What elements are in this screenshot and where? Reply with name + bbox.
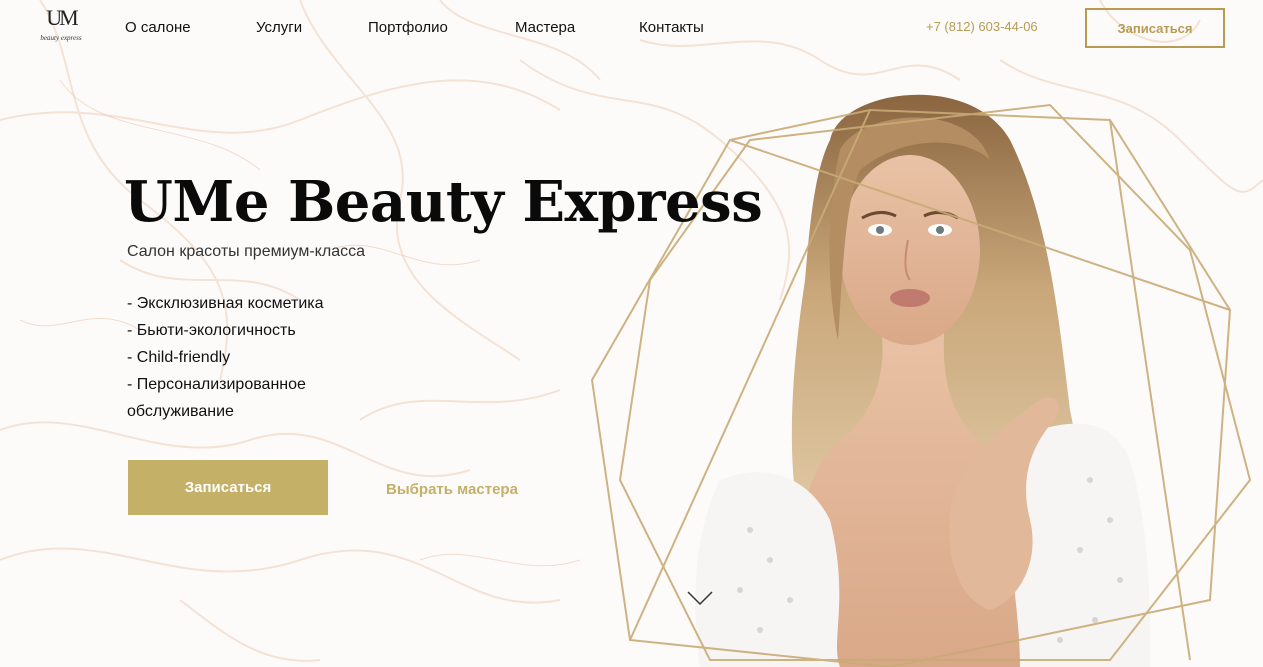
phone-link[interactable]: +7 (812) 603-44-06 — [926, 18, 1038, 36]
chevron-down-icon[interactable] — [686, 589, 714, 607]
site-header: UM beauty express О салоне Услуги Портфо… — [0, 0, 1263, 56]
feature-item: - Персонализированное обслуживание — [127, 376, 306, 420]
choose-master-link[interactable]: Выбрать мастера — [386, 480, 518, 500]
feature-item: - Эксклюзивная косметика — [127, 295, 324, 312]
feature-item: - Бьюти-экологичность — [127, 322, 296, 339]
nav-item-about[interactable]: О салоне — [125, 18, 191, 38]
nav-item-contacts[interactable]: Контакты — [639, 18, 704, 38]
nav-item-services[interactable]: Услуги — [256, 18, 302, 38]
nav-item-portfolio[interactable]: Портфолио — [368, 18, 448, 38]
feature-item: - Child-friendly — [127, 349, 231, 366]
hero-subtitle: Салон красоты премиум-класса — [127, 243, 365, 260]
logo-text: beauty express — [40, 34, 82, 42]
logo-mark: UM — [46, 5, 78, 30]
feature-list: - Эксклюзивная косметика - Бьюти-экологи… — [127, 290, 367, 425]
logo[interactable]: UM beauty express — [36, 6, 86, 48]
nav-item-masters[interactable]: Мастера — [515, 18, 575, 38]
header-book-button[interactable]: Записаться — [1085, 8, 1225, 48]
book-button[interactable]: Записаться — [128, 460, 328, 515]
hero-title: UMe Beauty Express — [124, 169, 763, 235]
